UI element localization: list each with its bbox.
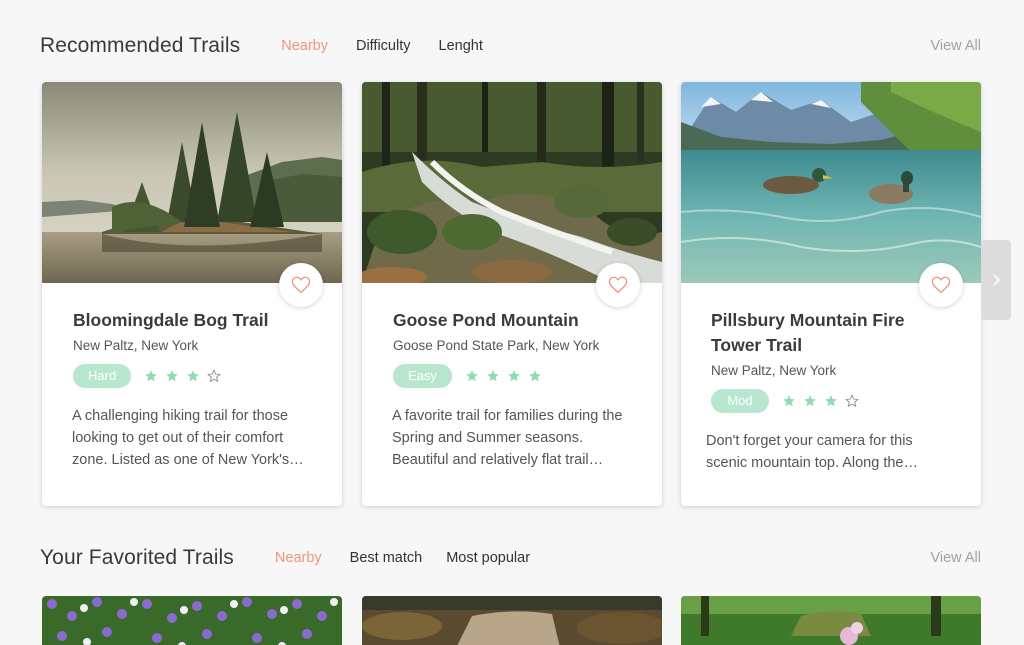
star-filled-icon — [825, 395, 837, 407]
trail-title: Bloomingdale Bog Trail — [73, 310, 269, 330]
rating-stars — [465, 369, 549, 383]
tab-nearby[interactable]: Nearby — [275, 550, 322, 566]
trail-card-goose-pond[interactable]: Goose Pond Mountain Goose Pond State Par… — [362, 82, 662, 506]
trail-image-lake-ducks — [681, 82, 981, 283]
heart-outline-icon — [931, 276, 951, 294]
tab-most-popular[interactable]: Most popular — [446, 550, 530, 566]
favorite-button[interactable] — [279, 263, 323, 307]
card-body: Pillsbury Mountain Fire Tower Trail New … — [706, 308, 957, 474]
trail-description: Don't forget your camera for this scenic… — [706, 433, 918, 471]
star-empty-icon — [845, 394, 859, 408]
star-empty-icon — [207, 369, 222, 383]
recommended-header: Recommended Trails Nearby Difficulty Len… — [40, 31, 981, 61]
rating-stars — [144, 369, 228, 383]
heart-outline-icon — [291, 276, 311, 294]
tab-difficulty[interactable]: Difficulty — [356, 38, 411, 54]
trail-meta: Hard — [73, 364, 318, 388]
star-filled-icon — [487, 370, 499, 382]
trail-image-forest-flower — [681, 596, 981, 645]
trail-description: A favorite trail for families during the… — [392, 408, 623, 468]
star-filled-icon — [783, 395, 795, 407]
star-filled-icon — [166, 370, 179, 382]
trail-image-forest-stream — [362, 82, 662, 283]
trail-description: A challenging hiking trail for those loo… — [72, 408, 304, 468]
favorited-card-forest-flower[interactable] — [681, 596, 981, 645]
star-filled-icon — [529, 370, 541, 382]
card-body: Goose Pond Mountain Goose Pond State Par… — [392, 308, 638, 471]
star-filled-icon — [804, 395, 816, 407]
chevron-right-icon — [993, 274, 1001, 286]
trail-image-dirt-path — [362, 596, 662, 645]
star-filled-icon — [145, 370, 158, 382]
card-body: Bloomingdale Bog Trail New Paltz, New Yo… — [72, 308, 318, 471]
tab-best-match[interactable]: Best match — [350, 550, 423, 566]
star-filled-icon — [466, 370, 478, 382]
recommended-tabs: Nearby Difficulty Lenght — [281, 38, 511, 54]
trail-image-flower-field — [42, 596, 342, 645]
trail-meta: Easy — [393, 364, 638, 388]
trail-location: New Paltz, New York — [711, 363, 837, 378]
star-filled-icon — [508, 370, 520, 382]
favorited-tabs: Nearby Best match Most popular — [275, 550, 558, 566]
trail-title: Goose Pond Mountain — [393, 310, 579, 330]
difficulty-badge: Hard — [73, 364, 132, 388]
trail-title: Pillsbury Mountain Fire Tower Trail — [711, 310, 905, 355]
tab-nearby[interactable]: Nearby — [281, 38, 328, 54]
star-filled-icon — [187, 370, 200, 382]
tab-length[interactable]: Lenght — [439, 38, 483, 54]
rating-stars — [782, 394, 866, 408]
trail-card-bloomingdale[interactable]: Bloomingdale Bog Trail New Paltz, New Yo… — [42, 82, 342, 506]
trail-location: Goose Pond State Park, New York — [393, 338, 600, 353]
favorite-button[interactable] — [919, 263, 963, 307]
favorited-card-path[interactable] — [362, 596, 662, 645]
view-all-recommended[interactable]: View All — [930, 38, 981, 54]
carousel-next-button[interactable] — [981, 240, 1011, 320]
section-title-recommended: Recommended Trails — [40, 34, 241, 57]
trail-card-pillsbury[interactable]: Pillsbury Mountain Fire Tower Trail New … — [681, 82, 981, 506]
section-title-favorited: Your Favorited Trails — [40, 546, 234, 569]
favorited-card-flowers[interactable] — [42, 596, 342, 645]
trail-image-lake-island — [42, 82, 342, 283]
heart-outline-icon — [608, 276, 628, 294]
difficulty-badge: Mod — [711, 389, 769, 413]
view-all-favorited[interactable]: View All — [930, 550, 981, 566]
favorite-button[interactable] — [596, 263, 640, 307]
favorited-header: Your Favorited Trails Nearby Best match … — [40, 543, 981, 573]
difficulty-badge: Easy — [393, 364, 452, 388]
trail-location: New Paltz, New York — [73, 338, 199, 353]
trail-meta: Mod — [711, 389, 957, 413]
